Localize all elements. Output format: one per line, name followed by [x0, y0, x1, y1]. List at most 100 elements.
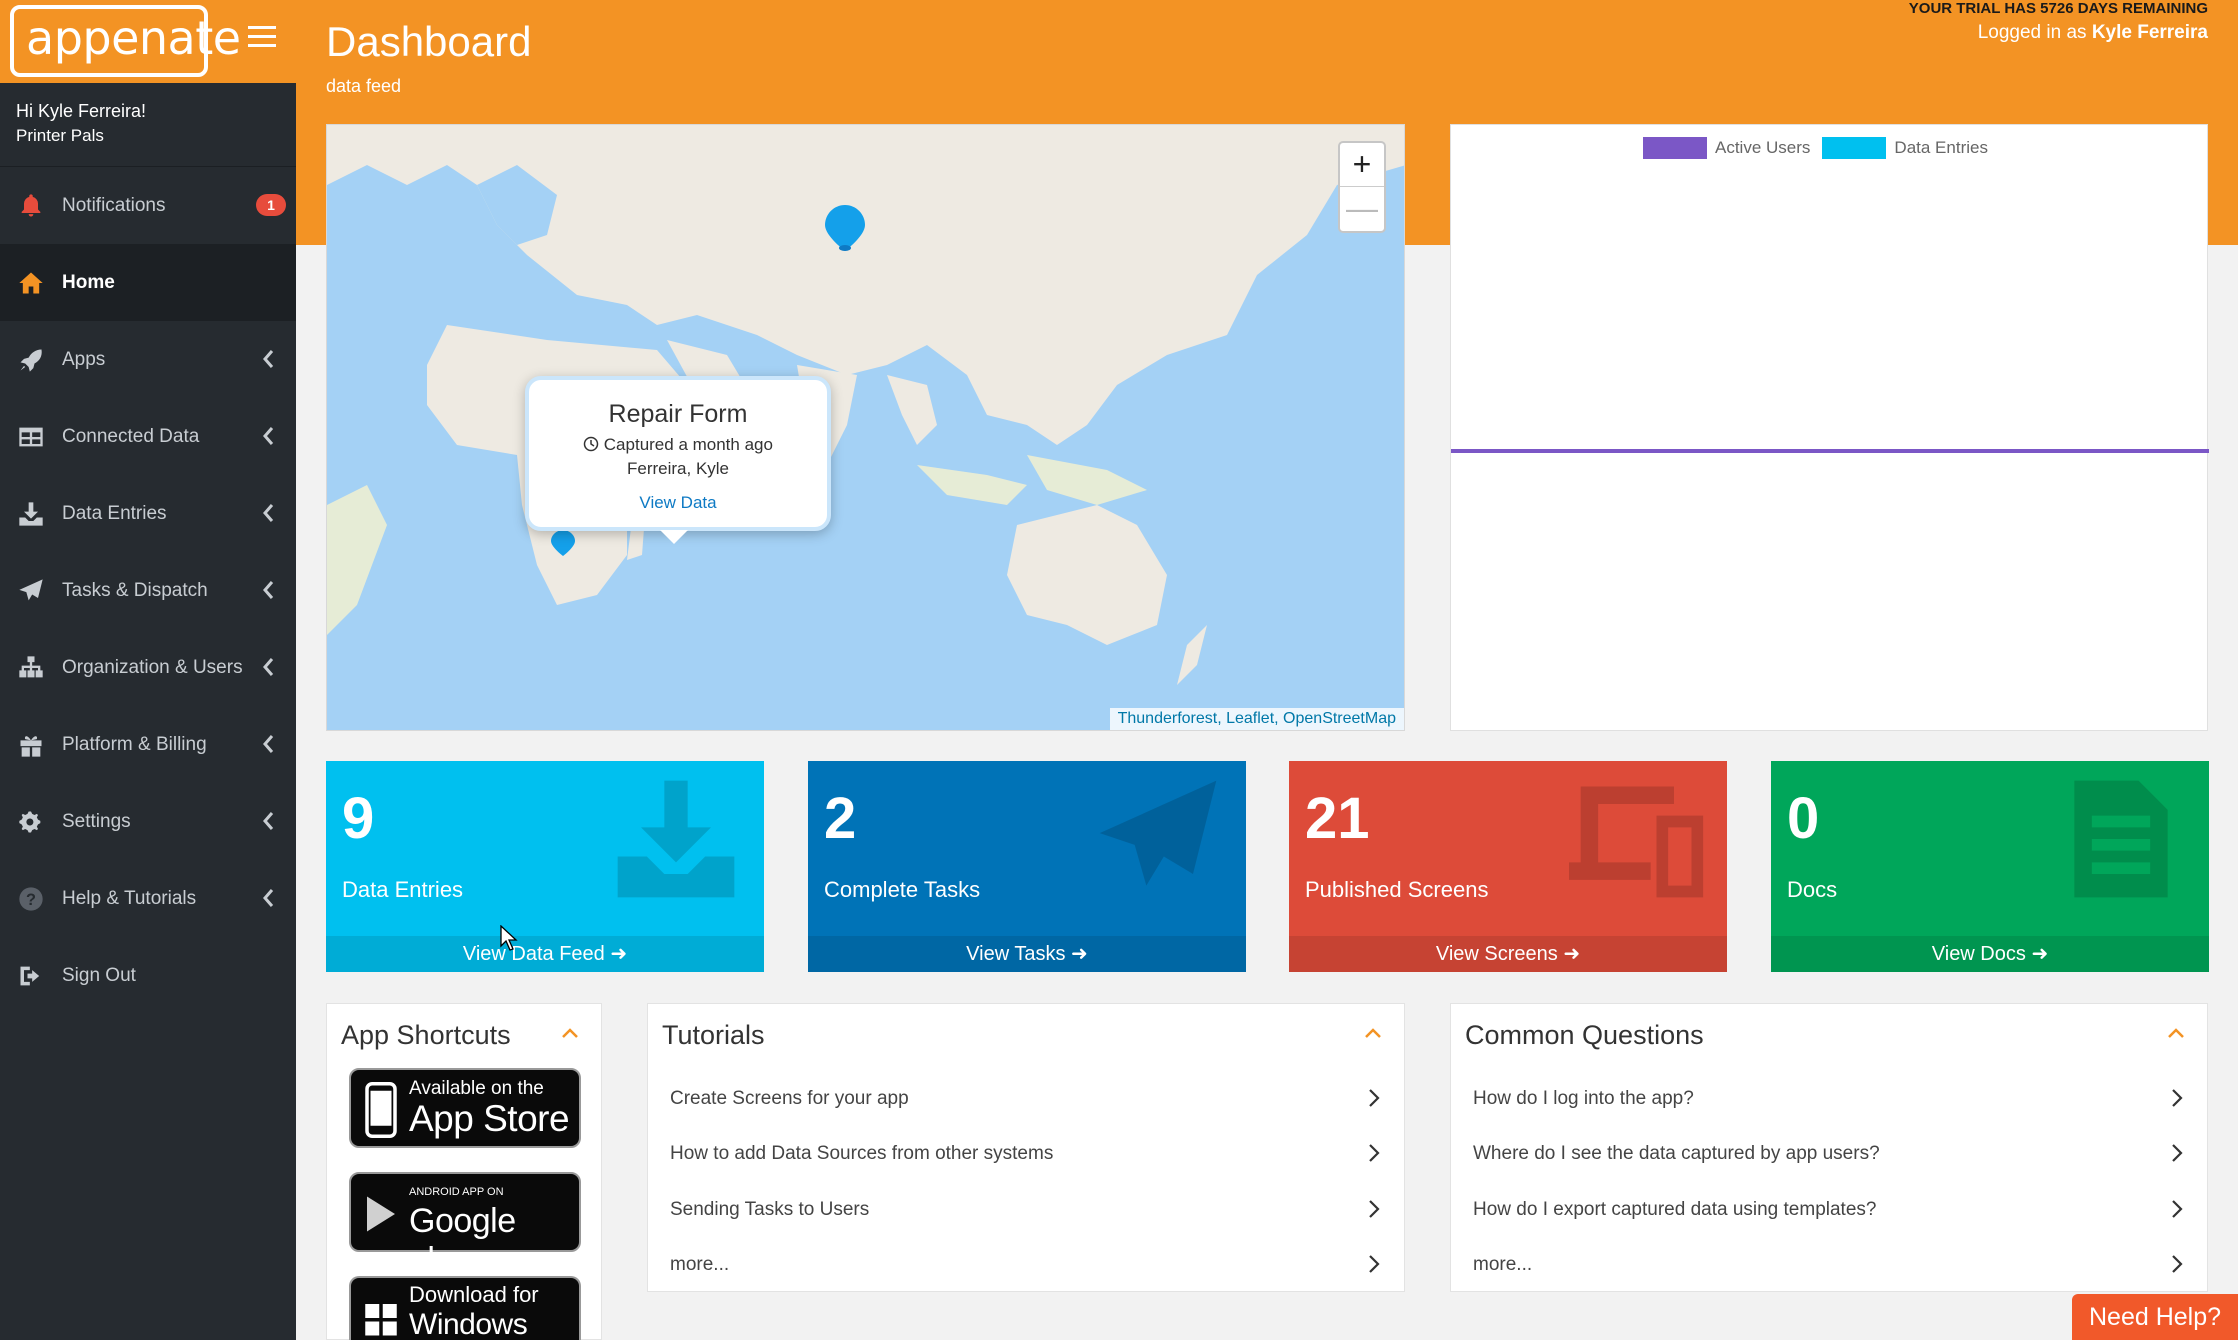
home-icon	[16, 268, 46, 298]
tutorial-item[interactable]: Create Screens for your app	[670, 1072, 1388, 1126]
tutorials-card: Tutorials Create Screens for your app Ho…	[647, 1003, 1405, 1292]
clock-icon	[583, 436, 599, 452]
sidebar-item-home[interactable]: Home	[0, 244, 296, 321]
chevron-right-icon	[2171, 1254, 2183, 1274]
view-data-feed-link[interactable]: View Data Feed ➜	[326, 936, 764, 972]
view-screens-link[interactable]: View Screens ➜	[1289, 936, 1727, 972]
sidebar-item-sign-out[interactable]: Sign Out	[0, 937, 296, 1014]
map-pin-icon[interactable]	[825, 205, 865, 251]
map-popup: Repair Form Captured a month ago Ferreir…	[525, 376, 831, 531]
question-item[interactable]: Where do I see the data captured by app …	[1473, 1127, 2191, 1181]
phone-icon	[365, 1082, 397, 1138]
windows-store-badge[interactable]: Download for Windows	[349, 1276, 581, 1340]
arrow-circle-right-icon: ➜	[2031, 943, 2049, 965]
view-tasks-link[interactable]: View Tasks ➜	[808, 936, 1246, 972]
sidebar: appenate Hi Kyle Ferreira! Printer Pals …	[0, 0, 296, 1340]
collapse-chevron-icon[interactable]	[1364, 1026, 1382, 1038]
download-icon	[596, 769, 756, 909]
company-name: Printer Pals	[16, 126, 104, 145]
attribution-thunderforest-link[interactable]: Thunderforest	[1118, 710, 1218, 727]
card-title: Common Questions	[1465, 1020, 1704, 1050]
view-docs-link[interactable]: View Docs ➜	[1771, 936, 2209, 972]
sidebar-item-label: Platform & Billing	[62, 733, 207, 755]
org-chart-icon	[16, 653, 46, 683]
chevron-left-icon	[262, 580, 274, 600]
map-pin-icon[interactable]	[551, 530, 575, 556]
sidebar-item-tasks-dispatch[interactable]: Tasks & Dispatch	[0, 552, 296, 629]
sidebar-item-label: Notifications	[62, 194, 166, 216]
table-icon	[16, 422, 46, 452]
sidebar-item-label: Connected Data	[62, 425, 200, 447]
popup-captured-time: Captured a month ago	[529, 435, 827, 455]
paper-plane-icon	[1078, 769, 1238, 909]
badge-big-text: Windows	[409, 1308, 528, 1340]
badge-small-text: Download for	[409, 1282, 539, 1307]
sidebar-item-label: Settings	[62, 810, 131, 832]
stat-box-published-screens: 21 Published Screens View Screens ➜	[1289, 761, 1727, 972]
stat-value: 0	[1787, 786, 1820, 851]
stat-value: 2	[824, 786, 857, 851]
bell-icon	[16, 191, 46, 221]
chevron-left-icon	[262, 349, 274, 369]
hamburger-menu-icon[interactable]	[248, 26, 276, 50]
attribution-osm-link[interactable]: OpenStreetMap	[1283, 710, 1396, 727]
zoom-out-button[interactable]: —	[1340, 187, 1384, 231]
sidebar-item-data-entries[interactable]: Data Entries	[0, 475, 296, 552]
chevron-right-icon	[2171, 1143, 2183, 1163]
tutorial-item[interactable]: Sending Tasks to Users	[670, 1183, 1388, 1237]
sidebar-item-help-tutorials[interactable]: ? Help & Tutorials	[0, 860, 296, 937]
stat-label: Data Entries	[342, 877, 464, 902]
question-more-link[interactable]: more...	[1473, 1238, 2191, 1292]
view-data-link[interactable]: View Data	[529, 493, 827, 513]
collapse-chevron-icon[interactable]	[2167, 1026, 2185, 1038]
chevron-left-icon	[262, 426, 274, 446]
need-help-button[interactable]: Need Help?	[2072, 1294, 2238, 1340]
chart-plot	[1451, 449, 2209, 453]
app-store-badge[interactable]: Available on the App Store	[349, 1068, 581, 1148]
download-icon	[16, 499, 46, 529]
stat-value: 21	[1305, 786, 1370, 851]
sidebar-item-label: Organization & Users	[62, 656, 243, 678]
user-panel: Hi Kyle Ferreira! Printer Pals	[0, 83, 296, 167]
google-play-badge[interactable]: ANDROID APP ON Google play	[349, 1172, 581, 1279]
sidebar-item-notifications[interactable]: Notifications 1	[0, 167, 296, 244]
arrow-circle-right-icon: ➜	[1071, 943, 1088, 965]
sidebar-item-label: Apps	[62, 348, 106, 370]
tutorial-item-label: Sending Tasks to Users	[670, 1199, 870, 1220]
chevron-left-icon	[262, 657, 274, 677]
attribution-leaflet-link[interactable]: Leaflet	[1226, 710, 1274, 727]
trial-notice: YOUR TRIAL HAS 5726 DAYS REMAINING	[1908, 0, 2208, 17]
sidebar-item-label: Data Entries	[62, 502, 167, 524]
map-attribution: Thunderforest, Leaflet, OpenStreetMap	[1109, 708, 1404, 730]
sidebar-item-label: Home	[62, 271, 115, 293]
logged-in-prefix: Logged in as	[1977, 22, 2092, 43]
notification-count-badge: 1	[256, 194, 286, 216]
page-subtitle: data feed	[326, 76, 402, 96]
stat-link-label: View Data Feed	[462, 943, 605, 965]
tutorial-more-link[interactable]: more...	[670, 1238, 1388, 1292]
data-feed-map[interactable]: + — Repair Form Captured a month ago Fer…	[326, 124, 1405, 731]
tutorial-item[interactable]: How to add Data Sources from other syste…	[670, 1127, 1388, 1181]
question-item[interactable]: How do I log into the app?	[1473, 1072, 2191, 1126]
sidebar-item-organization-users[interactable]: Organization & Users	[0, 629, 296, 706]
question-item-label: How do I export captured data using temp…	[1473, 1199, 1877, 1220]
question-item-label: Where do I see the data captured by app …	[1473, 1143, 1880, 1164]
logged-in-user[interactable]: Kyle Ferreira	[2092, 22, 2208, 43]
sidebar-item-platform-billing[interactable]: Platform & Billing	[0, 706, 296, 783]
collapse-chevron-icon[interactable]	[561, 1026, 579, 1038]
sidebar-item-connected-data[interactable]: Connected Data	[0, 398, 296, 475]
gears-icon	[16, 807, 46, 837]
question-item[interactable]: How do I export captured data using temp…	[1473, 1183, 2191, 1237]
chevron-right-icon	[1368, 1143, 1380, 1163]
sidebar-item-settings[interactable]: Settings	[0, 783, 296, 860]
play-icon	[367, 1196, 395, 1232]
zoom-in-button[interactable]: +	[1340, 143, 1384, 187]
devices-icon	[1559, 769, 1719, 909]
logged-in-as: Logged in as Kyle Ferreira	[1978, 22, 2208, 44]
appenate-logo[interactable]: appenate	[10, 5, 241, 77]
rocket-icon	[16, 345, 46, 375]
stat-link-label: View Docs	[1931, 943, 2026, 965]
world-map-land	[327, 125, 1404, 685]
sidebar-item-apps[interactable]: Apps	[0, 321, 296, 398]
user-greeting: Hi Kyle Ferreira!	[16, 101, 147, 121]
